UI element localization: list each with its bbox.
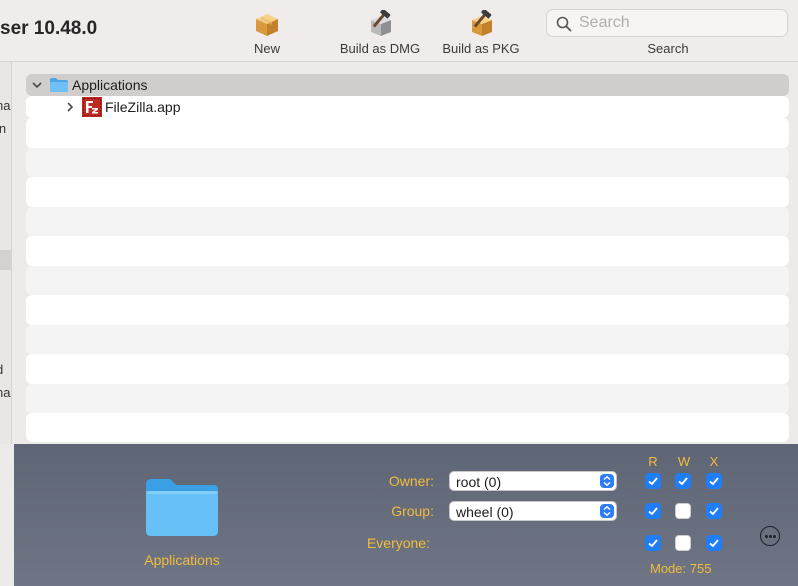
sidebar: na in d na: [0, 62, 12, 444]
group-read-checkbox[interactable]: [645, 503, 661, 519]
everyone-read-checkbox[interactable]: [645, 535, 661, 551]
window-title: ser 10.48.0: [0, 18, 98, 39]
sidebar-item[interactable]: in: [0, 121, 6, 136]
owner-value: root (0): [456, 474, 502, 490]
hammer-box-icon: [371, 10, 391, 36]
toolbar: ser 10.48.0 New Build as DMG Build as PK…: [0, 0, 798, 62]
sidebar-selected-item[interactable]: [0, 250, 11, 270]
magnifier-icon: [556, 16, 572, 32]
everyone-write-checkbox[interactable]: [675, 535, 691, 551]
sidebar-item[interactable]: na: [0, 98, 10, 113]
list-row-empty: [26, 148, 789, 177]
search-input[interactable]: [579, 13, 779, 33]
new-button-label: New: [253, 41, 280, 56]
tree-row-filezilla[interactable]: FileZilla.app: [26, 96, 789, 118]
everyone-label: Everyone:: [366, 535, 430, 551]
chevron-right-icon[interactable]: [64, 101, 76, 113]
owner-execute-checkbox[interactable]: [706, 473, 722, 489]
group-write-checkbox[interactable]: [675, 503, 691, 519]
owner-read-checkbox[interactable]: [645, 473, 661, 489]
mode-value: Mode: 755: [650, 561, 712, 576]
selected-folder-name: Applications: [144, 552, 220, 568]
filezilla-icon: [82, 97, 102, 117]
tree-row-applications[interactable]: Applications: [26, 74, 789, 96]
list-row-empty: [26, 413, 789, 442]
chevron-down-icon[interactable]: [31, 79, 43, 91]
group-value: wheel (0): [456, 504, 514, 520]
perm-header-execute: X: [709, 454, 719, 469]
build-dmg-button[interactable]: Build as DMG: [330, 8, 430, 60]
owner-write-checkbox[interactable]: [675, 473, 691, 489]
list-row-empty: [26, 325, 789, 354]
search-control: Search: [546, 9, 788, 61]
list-row-empty: [26, 266, 789, 295]
search-label: Search: [647, 41, 689, 56]
group-label: Group:: [391, 503, 434, 519]
search-box[interactable]: [546, 9, 788, 37]
info-panel: Applications R W X Owner: root (0) Group…: [14, 444, 798, 586]
build-dmg-label: Build as DMG: [339, 41, 421, 56]
box-icon: [256, 14, 278, 36]
folder-icon: [50, 78, 68, 92]
perm-header-write: W: [677, 454, 691, 469]
list-row-empty: [26, 236, 789, 266]
file-tree: Applications FileZilla.app: [26, 74, 789, 444]
list-row-empty: [26, 354, 789, 384]
tree-item-label: Applications: [72, 77, 148, 93]
owner-select[interactable]: root (0): [449, 471, 617, 491]
list-row-empty: [26, 384, 789, 413]
build-pkg-label: Build as PKG: [442, 41, 520, 56]
owner-label: Owner:: [388, 473, 434, 489]
sidebar-item[interactable]: na: [0, 385, 10, 400]
everyone-execute-checkbox[interactable]: [706, 535, 722, 551]
new-button[interactable]: New: [217, 8, 317, 60]
list-row-empty: [26, 295, 789, 325]
group-select[interactable]: wheel (0): [449, 501, 617, 521]
sidebar-item[interactable]: d: [0, 362, 3, 377]
tree-item-label: FileZilla.app: [105, 99, 181, 115]
perm-header-read: R: [648, 454, 658, 469]
folder-icon: [146, 479, 218, 536]
list-row-empty: [26, 177, 789, 207]
group-execute-checkbox[interactable]: [706, 503, 722, 519]
updown-arrows-icon: [600, 474, 614, 488]
list-row-empty: [26, 207, 789, 236]
list-row-empty: [26, 118, 789, 148]
updown-arrows-icon: [600, 504, 614, 518]
hammer-box-icon: [472, 10, 492, 36]
ellipsis-circle-icon[interactable]: [760, 526, 780, 546]
build-pkg-button[interactable]: Build as PKG: [431, 8, 531, 60]
